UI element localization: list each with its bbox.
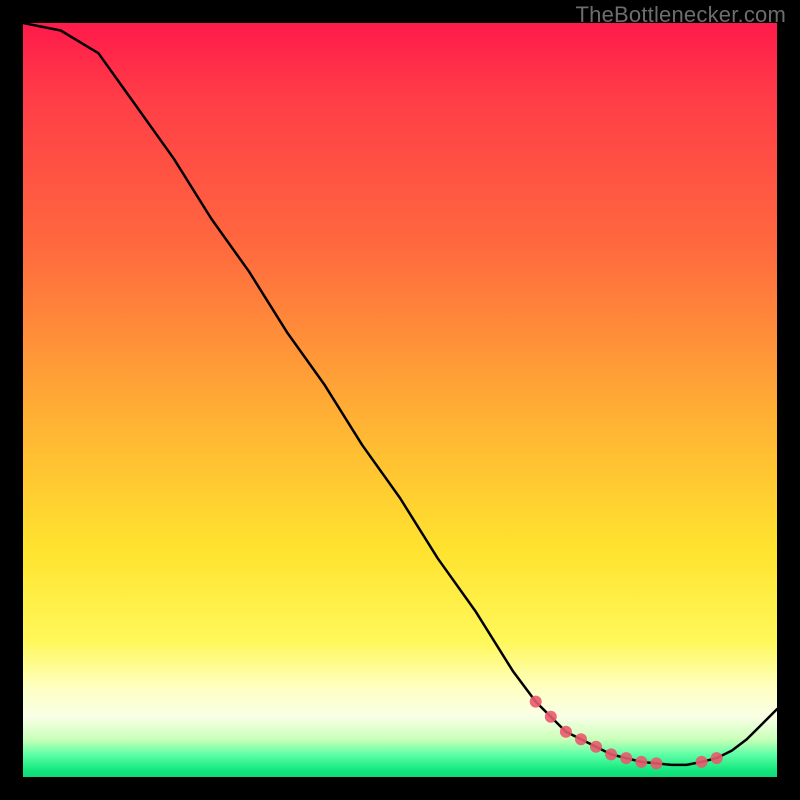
marker-dot <box>590 741 602 753</box>
plot-area <box>23 23 777 777</box>
bottleneck-curve <box>23 23 777 765</box>
chart-container: TheBottlenecker.com <box>0 0 800 800</box>
marker-dot <box>545 711 557 723</box>
marker-dot <box>620 752 632 764</box>
marker-dot <box>530 696 542 708</box>
watermark: TheBottlenecker.com <box>576 2 786 28</box>
curve-markers <box>530 696 723 770</box>
marker-dot <box>635 756 647 768</box>
marker-dot <box>605 748 617 760</box>
marker-dot <box>711 752 723 764</box>
curve-overlay <box>23 23 777 777</box>
marker-dot <box>575 733 587 745</box>
marker-dot <box>560 726 572 738</box>
marker-dot <box>696 756 708 768</box>
marker-dot <box>650 757 662 769</box>
